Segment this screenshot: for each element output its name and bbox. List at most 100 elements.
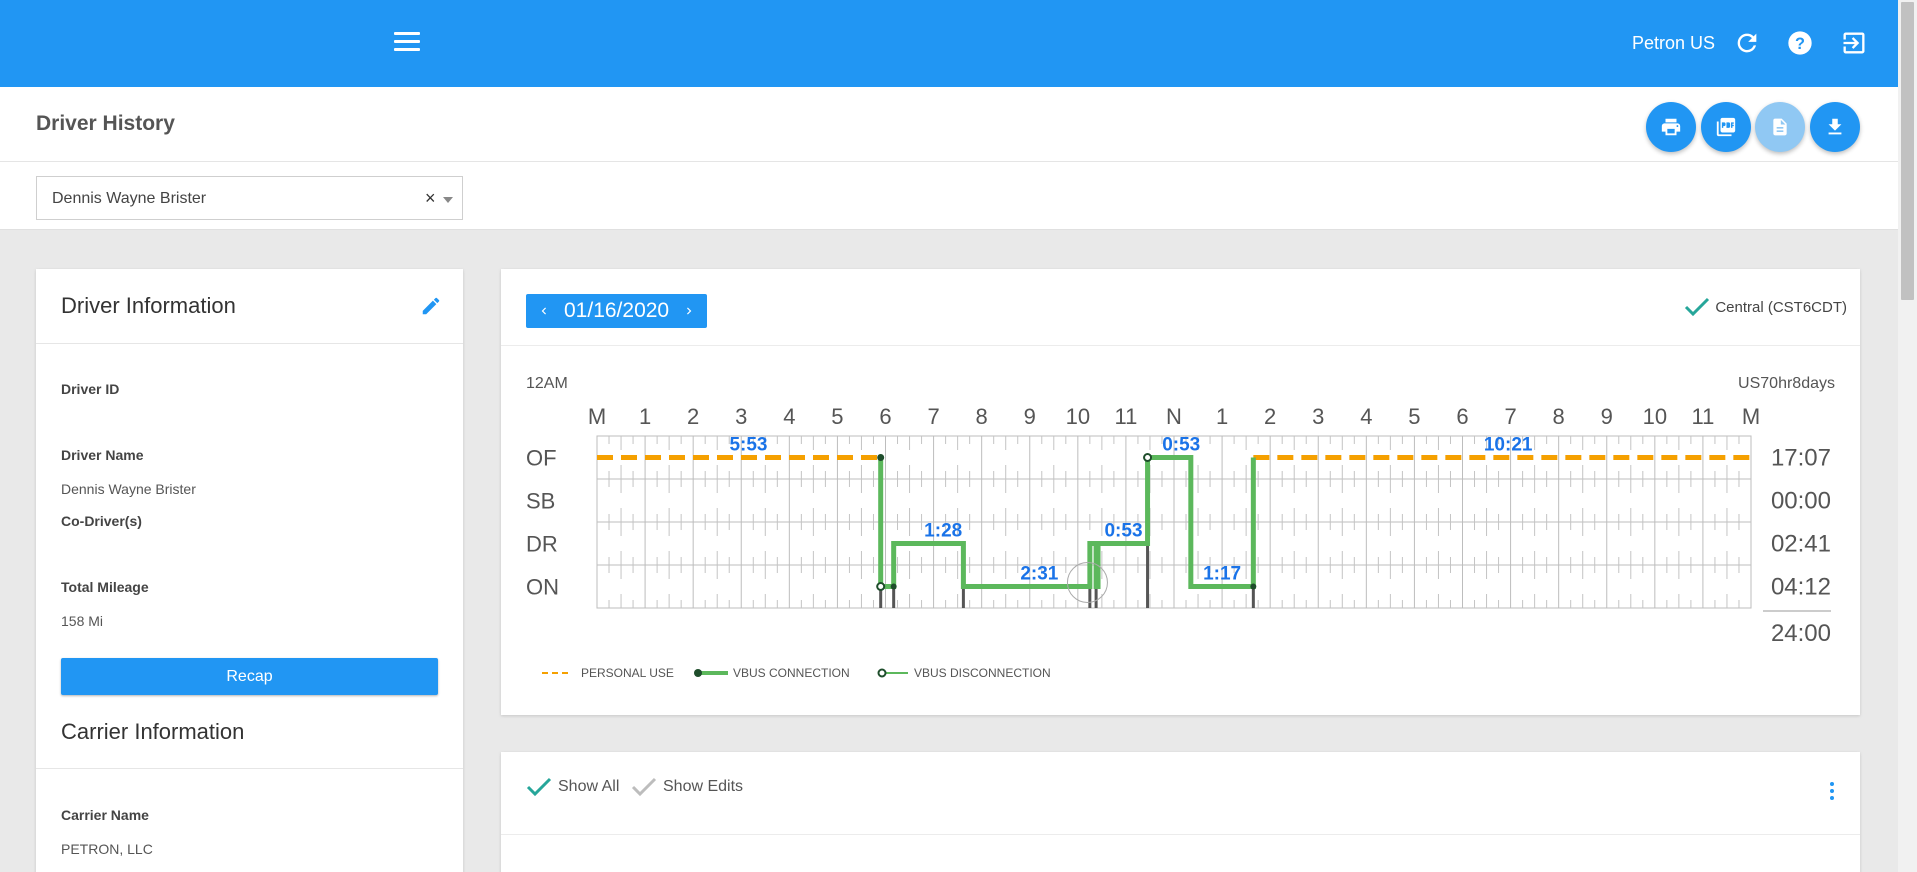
- driver-name-value: Dennis Wayne Brister: [61, 481, 196, 497]
- carrier-name-label: Carrier Name: [61, 807, 149, 823]
- status-total: 00:00: [1771, 488, 1831, 515]
- driver-information-card: Driver Information Driver ID Driver Name…: [36, 269, 463, 872]
- recap-button[interactable]: Recap: [61, 658, 438, 695]
- hour-label: M: [1742, 404, 1760, 429]
- svg-text:?: ?: [1795, 35, 1805, 53]
- status-row-label: SB: [526, 489, 555, 514]
- driver-select[interactable]: Dennis Wayne Brister ×: [36, 176, 463, 220]
- status-total: 04:12: [1771, 574, 1831, 601]
- divider: [501, 834, 1860, 835]
- vertical-scrollbar[interactable]: [1898, 0, 1917, 872]
- page-title: Driver History: [36, 112, 175, 135]
- show-edits-label: Show Edits: [663, 778, 744, 795]
- hour-label: 11: [1114, 404, 1137, 429]
- driver-information-title: Driver Information: [61, 293, 236, 318]
- log-chart-card: 01/16/2020 Central (CST6CDT) 12AM US70hr8…: [501, 269, 1860, 715]
- show-all-toggle[interactable]: Show All: [526, 776, 619, 798]
- legend-vbus-disconnection: VBUS DISCONNECTION: [877, 666, 1051, 680]
- duration-label: 10:21: [1484, 435, 1533, 456]
- clear-icon[interactable]: ×: [425, 188, 436, 209]
- hour-label: 10: [1066, 404, 1090, 429]
- legend-vbus-connection: VBUS CONNECTION: [693, 666, 850, 680]
- hour-label: M: [588, 404, 606, 429]
- driver-select-value: Dennis Wayne Brister: [52, 190, 207, 207]
- logout-icon[interactable]: [1840, 29, 1868, 57]
- total-mileage-label: Total Mileage: [61, 579, 149, 595]
- hour-label: 9: [1601, 404, 1613, 429]
- vbus-connection-point: [877, 454, 885, 461]
- duration-label: 0:53: [1162, 435, 1200, 456]
- hour-label: 11: [1691, 404, 1714, 429]
- duration-label: 1:28: [924, 521, 962, 542]
- status-row-label: ON: [526, 575, 559, 600]
- disconnection-line-icon: [877, 668, 908, 678]
- legend-personal-use: PERSONAL USE: [541, 666, 674, 680]
- dashed-line-icon: [542, 672, 572, 674]
- hour-label: 4: [1360, 404, 1372, 429]
- show-edits-toggle[interactable]: Show Edits: [631, 776, 743, 798]
- driver-selector-row: Dennis Wayne Brister ×: [0, 162, 1898, 230]
- duty-status-graph: 12AM US70hr8days M 1 2 3 4 5 6 7 8 9 10 11 N 1 2 3 4 5 6 7 8 9 1…: [526, 375, 1835, 647]
- hour-label: 7: [1504, 404, 1516, 429]
- total-mileage-value: 158 Mi: [61, 613, 104, 629]
- hour-label: 5: [1408, 404, 1420, 429]
- hour-label: 1: [639, 404, 651, 429]
- edit-icon[interactable]: [420, 295, 442, 317]
- help-icon[interactable]: ?: [1786, 29, 1814, 57]
- download-button[interactable]: [1810, 102, 1860, 152]
- status-total: 02:41: [1771, 531, 1831, 558]
- driver-name-label: Driver Name: [61, 447, 144, 463]
- refresh-icon[interactable]: [1733, 29, 1761, 57]
- legend-label: PERSONAL USE: [581, 666, 674, 680]
- pdf-button[interactable]: [1701, 102, 1751, 152]
- hour-label: 3: [1312, 404, 1324, 429]
- check-icon: [631, 777, 657, 797]
- hour-label: 2: [687, 404, 699, 429]
- carrier-name-value: PETRON, LLC: [61, 841, 153, 857]
- hour-label: 9: [1024, 404, 1036, 429]
- duration-label: 2:31: [1020, 564, 1058, 585]
- divider: [36, 768, 463, 769]
- events-card: Show All Show Edits: [501, 752, 1860, 872]
- legend-label: VBUS CONNECTION: [733, 666, 850, 680]
- hour-label: N: [1166, 404, 1182, 429]
- duration-label: 0:53: [1104, 521, 1142, 542]
- chevron-down-icon[interactable]: [443, 197, 453, 203]
- hour-label: 10: [1643, 404, 1667, 429]
- hour-label: 2: [1264, 404, 1276, 429]
- hour-label: 4: [783, 404, 795, 429]
- print-button[interactable]: [1646, 102, 1696, 152]
- check-icon: [526, 777, 552, 797]
- divider: [36, 343, 463, 344]
- pdf-icon: [1716, 117, 1736, 137]
- ruleset-label: US70hr8days: [1738, 375, 1835, 392]
- vbus-connection-point: [1250, 583, 1257, 590]
- menu-icon[interactable]: [394, 32, 420, 54]
- hour-label: 6: [879, 404, 891, 429]
- vbus-connection-point: [890, 583, 897, 590]
- status-row-label: DR: [526, 532, 558, 557]
- hour-label: 3: [735, 404, 747, 429]
- hour-label: 7: [927, 404, 939, 429]
- duration-label: 5:53: [729, 435, 767, 456]
- status-row-label: OF: [526, 446, 557, 471]
- document-button[interactable]: [1755, 102, 1805, 152]
- hour-label: 8: [1553, 404, 1565, 429]
- show-all-label: Show All: [558, 778, 620, 795]
- connection-line-icon: [694, 669, 728, 677]
- top-app-bar: Petron US ?: [0, 0, 1898, 87]
- page-header: Driver History: [0, 87, 1898, 162]
- download-icon: [1828, 118, 1842, 135]
- carrier-information-title: Carrier Information: [61, 719, 245, 744]
- vbus-disconnection-point: [876, 582, 886, 591]
- more-options-icon[interactable]: [1829, 782, 1835, 802]
- hour-label: 6: [1456, 404, 1468, 429]
- hour-label: 8: [976, 404, 988, 429]
- hour-label: 5: [831, 404, 843, 429]
- legend-label: VBUS DISCONNECTION: [914, 666, 1051, 680]
- company-name: Petron US: [1632, 33, 1716, 53]
- duration-label: 1:17: [1203, 564, 1241, 585]
- vbus-disconnection-point: [1143, 453, 1153, 462]
- hour-label: 1: [1216, 404, 1228, 429]
- status-total: 17:07: [1771, 445, 1831, 472]
